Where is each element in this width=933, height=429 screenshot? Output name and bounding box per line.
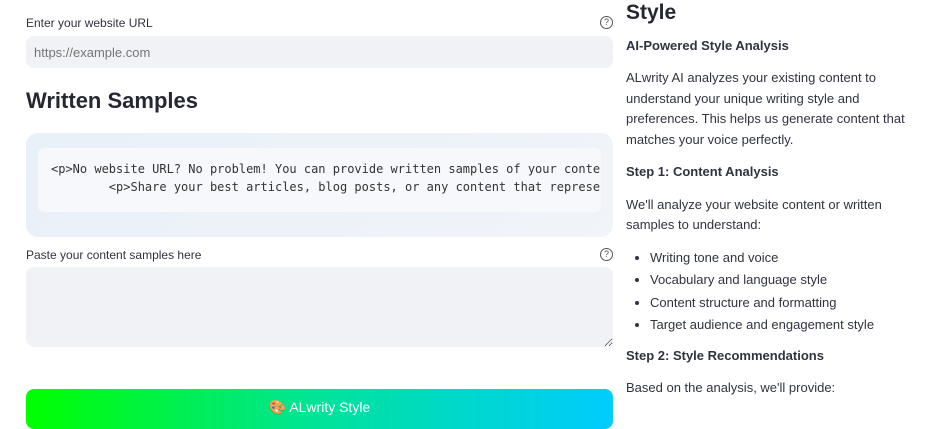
samples-label: Paste your content samples here [26,248,202,262]
code-line: <p>No website URL? No problem! You can p… [51,162,601,176]
code-line: <p>Share your best articles, blog posts,… [51,180,601,194]
alwrity-style-button[interactable]: 🎨 ALwrity Style [26,389,613,429]
step2-text: Based on the analysis, we'll provide: [626,380,836,395]
intro-text: ALwrity AI analyzes your existing conten… [626,70,905,147]
step1-list: Writing tone and voice Vocabulary and la… [650,248,926,336]
list-item: Vocabulary and language style [650,270,926,291]
samples-info-card: <p>No website URL? No problem! You can p… [26,133,613,237]
written-samples-heading: Written Samples [26,88,198,113]
style-title: Style [626,1,677,24]
help-icon[interactable]: ? [600,248,613,261]
style-subtitle: AI-Powered Style Analysis [626,37,789,53]
step2-heading: Step 2: Style Recommendations [626,347,824,363]
list-item: Writing tone and voice [650,248,926,269]
button-label: ALwrity Style [289,399,371,415]
code-block: <p>No website URL? No problem! You can p… [38,148,601,212]
palette-icon: 🎨 [268,399,287,415]
website-url-input[interactable] [26,36,613,68]
url-label: Enter your website URL [26,16,153,30]
style-panel: Style AI-Powered Style Analysis ALwrity … [626,0,926,411]
content-samples-textarea[interactable] [26,267,613,347]
step1-text: We'll analyze your website content or wr… [626,196,882,233]
help-icon[interactable]: ? [600,16,613,29]
list-item: Target audience and engagement style [650,315,926,336]
step1-heading: Step 1: Content Analysis [626,164,779,179]
list-item: Content structure and formatting [650,293,926,314]
